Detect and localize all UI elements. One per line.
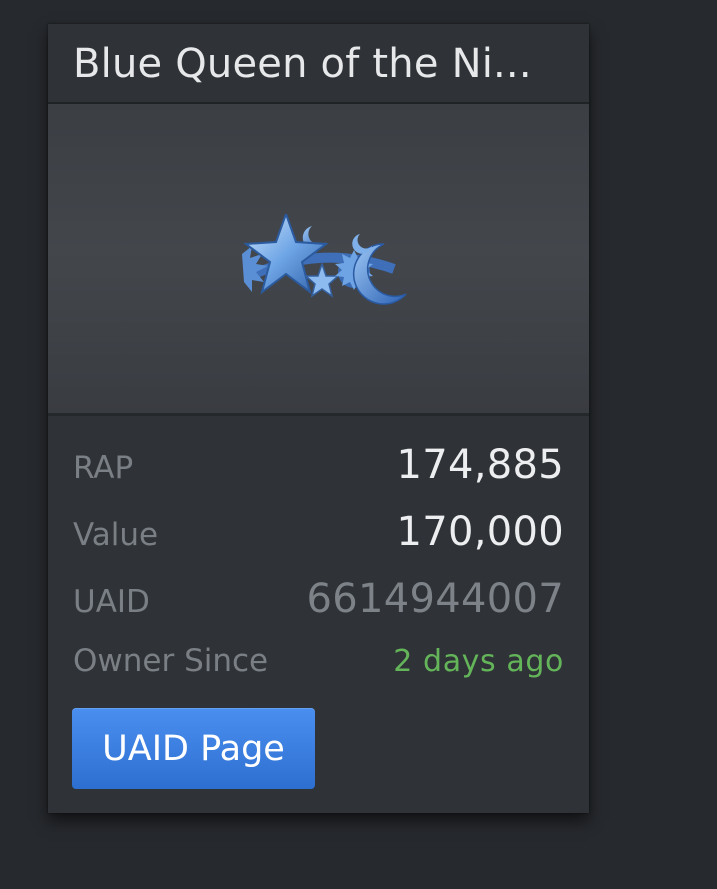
stats-list: RAP 174,885 Value 170,000 UAID 661494400… bbox=[48, 416, 589, 710]
card-header: Blue Queen of the Ni... bbox=[48, 24, 589, 104]
uaid-value: 6614944007 bbox=[306, 576, 564, 622]
blue-crown-image bbox=[242, 214, 407, 305]
item-title[interactable]: Blue Queen of the Ni... bbox=[73, 41, 532, 87]
rap-value: 174,885 bbox=[396, 442, 564, 488]
stat-row-value: Value 170,000 bbox=[73, 509, 564, 576]
value-value: 170,000 bbox=[396, 509, 564, 555]
rap-label: RAP bbox=[73, 450, 134, 486]
page: Blue Queen of the Ni... RAP 174,885 Valu… bbox=[0, 0, 717, 889]
stat-row-uaid: UAID 6614944007 bbox=[73, 576, 564, 643]
item-card: Blue Queen of the Ni... RAP 174,885 Valu… bbox=[48, 24, 589, 813]
item-thumbnail[interactable] bbox=[48, 104, 589, 416]
stat-row-rap: RAP 174,885 bbox=[73, 442, 564, 509]
uaid-label: UAID bbox=[73, 584, 150, 620]
owner-since-value: 2 days ago bbox=[393, 644, 564, 679]
owner-since-label: Owner Since bbox=[73, 643, 269, 679]
stat-row-owner-since: Owner Since 2 days ago bbox=[73, 643, 564, 710]
uaid-page-button[interactable]: UAID Page bbox=[72, 708, 315, 789]
value-label: Value bbox=[73, 517, 159, 553]
